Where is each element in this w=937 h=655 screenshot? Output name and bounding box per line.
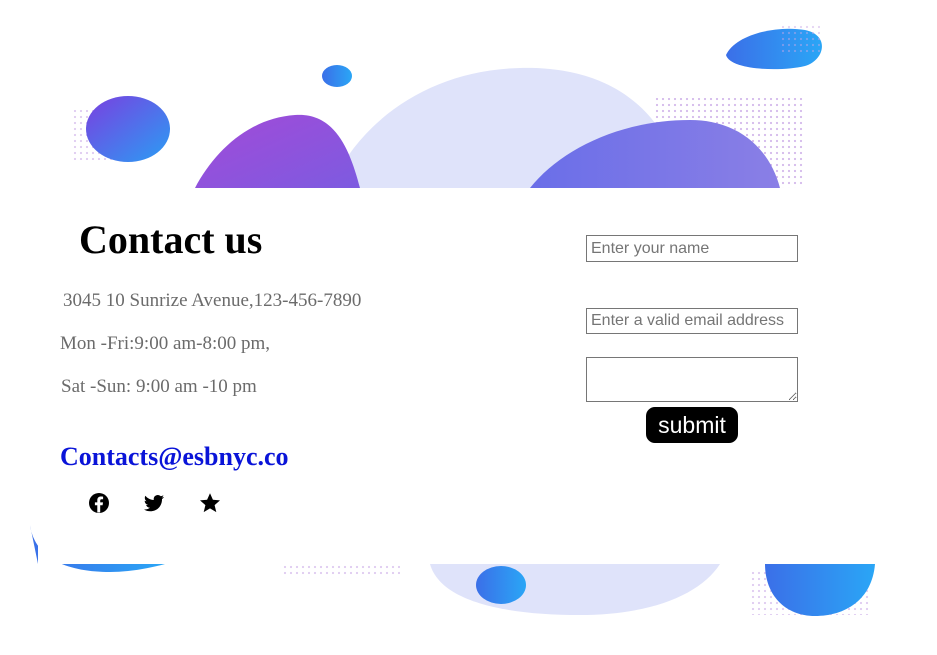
name-input[interactable]	[586, 235, 798, 262]
page-title: Contact us	[79, 217, 263, 262]
submit-button[interactable]: submit	[646, 407, 738, 443]
message-textarea[interactable]	[586, 357, 798, 402]
address-text: 3045 10 Sunrize Avenue,123-456-7890	[63, 290, 362, 311]
email-input[interactable]	[586, 308, 798, 334]
twitter-icon[interactable]	[142, 491, 166, 515]
star-icon[interactable]	[198, 491, 222, 515]
weekday-hours-text: Mon -Fri:9:00 am-8:00 pm,	[60, 333, 271, 354]
contact-email-link[interactable]: Contacts@esbnyc.co	[60, 442, 289, 472]
facebook-icon[interactable]	[87, 491, 111, 515]
weekend-hours-text: Sat -Sun: 9:00 am -10 pm	[61, 376, 257, 397]
